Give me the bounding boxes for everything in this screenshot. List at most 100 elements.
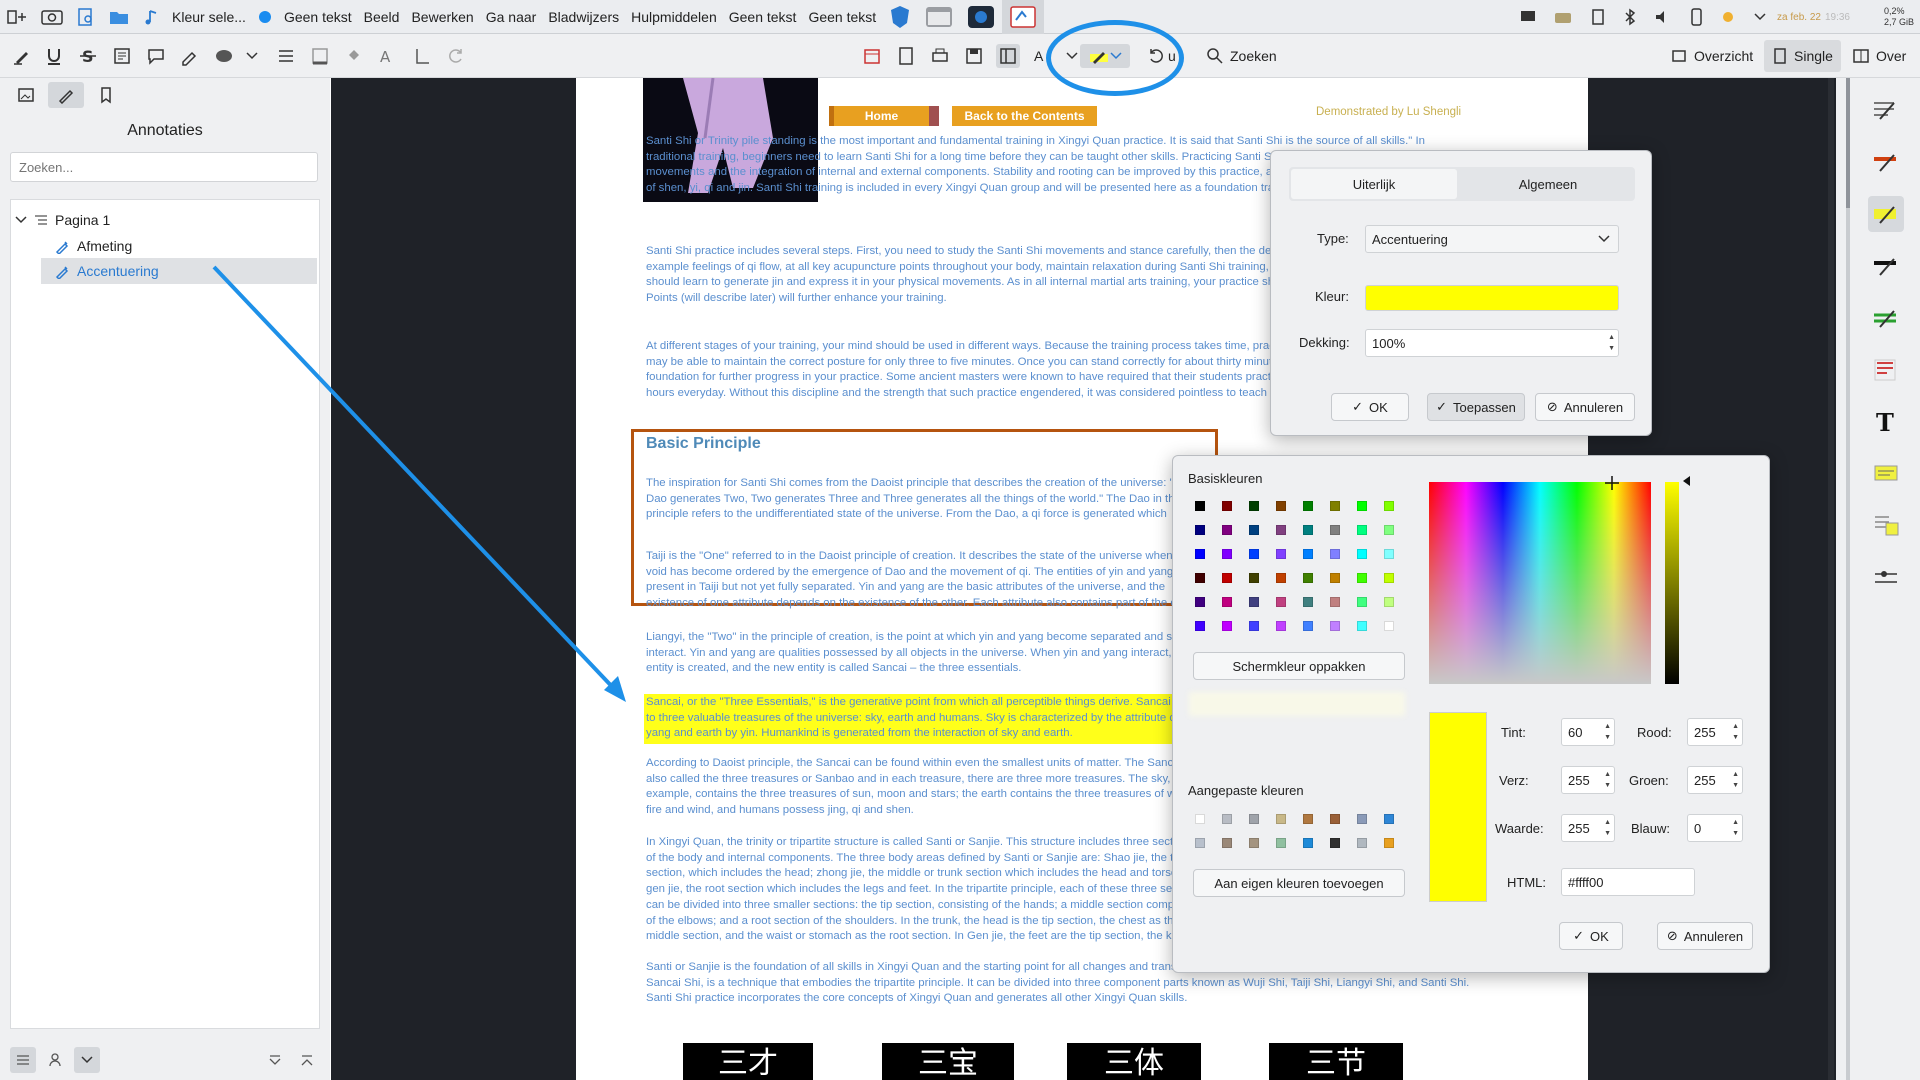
annotation-search-input[interactable] xyxy=(10,152,318,182)
apply-button[interactable]: ✓ Toepassen xyxy=(1427,393,1525,421)
color-swatch[interactable] xyxy=(1357,549,1367,559)
color-swatch[interactable] xyxy=(1195,525,1205,535)
color-swatch[interactable] xyxy=(1303,501,1313,511)
color-swatch[interactable] xyxy=(1357,814,1367,824)
tools-scroll-thumb[interactable] xyxy=(1846,78,1850,208)
single-page-button[interactable]: Single xyxy=(1764,40,1841,72)
color-swatch[interactable] xyxy=(1276,838,1286,848)
annotations-tab-icon[interactable] xyxy=(48,82,84,108)
tools-scrollbar[interactable] xyxy=(1846,78,1850,1080)
color-swatch[interactable] xyxy=(1222,621,1232,631)
tree-page-row[interactable]: Pagina 1 xyxy=(15,208,110,232)
ok-button[interactable]: ✓ OK xyxy=(1331,393,1409,421)
tool-green-highlight-icon[interactable] xyxy=(1868,300,1904,336)
clock[interactable]: za feb. 22 19:36 xyxy=(1777,12,1850,23)
color-swatch[interactable] xyxy=(1249,525,1259,535)
menu-item-6[interactable]: Hulpmiddelen xyxy=(625,0,723,34)
color-swatch[interactable] xyxy=(1195,838,1205,848)
document-viewer-icon[interactable] xyxy=(70,0,102,34)
color-swatch[interactable] xyxy=(1330,525,1340,535)
app-window-icon[interactable] xyxy=(918,0,960,34)
pick-screen-color-button[interactable]: Schermkleur oppakken xyxy=(1193,652,1405,680)
color-swatch[interactable] xyxy=(1195,549,1205,559)
tool-black-highlight-icon[interactable] xyxy=(1868,248,1904,284)
border-icon[interactable] xyxy=(308,44,332,68)
tool-typewriter-icon[interactable]: T xyxy=(1868,404,1904,440)
red-spinbox[interactable]: 255 ▲ ▼ xyxy=(1687,718,1743,746)
color-swatch[interactable] xyxy=(1276,501,1286,511)
color-swatch[interactable] xyxy=(1222,814,1232,824)
save-icon[interactable] xyxy=(962,44,986,68)
filter-chevron-icon[interactable] xyxy=(74,1047,100,1073)
sidebar-toggle-icon[interactable] xyxy=(996,44,1020,68)
color-swatch[interactable] xyxy=(1384,838,1394,848)
color-swatch[interactable] xyxy=(1195,814,1205,824)
saturation-spinbox[interactable]: 255 ▲ ▼ xyxy=(1561,766,1615,794)
color-swatch[interactable] xyxy=(1249,549,1259,559)
clipboard-icon[interactable] xyxy=(1583,0,1613,34)
redo-icon[interactable] xyxy=(444,44,468,68)
color-swatch[interactable] xyxy=(1330,838,1340,848)
cancel-button[interactable]: ⊘ Annuleren xyxy=(1535,393,1635,421)
html-input[interactable]: #ffff00 xyxy=(1561,868,1695,896)
author-icon[interactable] xyxy=(42,1047,68,1073)
window-title[interactable]: Kleur sele... xyxy=(166,0,252,34)
underline-icon[interactable] xyxy=(42,44,66,68)
phone-icon[interactable] xyxy=(1683,0,1709,34)
spin-arrows-icon[interactable]: ▲ ▼ xyxy=(1604,769,1611,791)
text-box-icon[interactable] xyxy=(110,44,134,68)
color-swatch[interactable] xyxy=(1249,621,1259,631)
color-swatch[interactable] xyxy=(1195,621,1205,631)
green-spinbox[interactable]: 255 ▲ ▼ xyxy=(1687,766,1743,794)
color-swatch[interactable] xyxy=(1357,838,1367,848)
color-swatch[interactable] xyxy=(1222,525,1232,535)
tree-item-accentuering[interactable]: Accentuering xyxy=(41,258,317,284)
line-width-icon[interactable] xyxy=(274,44,298,68)
group-by-page-icon[interactable] xyxy=(10,1047,36,1073)
tab-appearance[interactable]: Uiterlijk xyxy=(1291,169,1457,199)
color-swatch[interactable] xyxy=(1249,838,1259,848)
vertical-scrollbar[interactable] xyxy=(1828,78,1834,1080)
value-slider-handle[interactable] xyxy=(1683,476,1690,486)
thumbnails-tab-icon[interactable] xyxy=(8,82,44,108)
color-cancel-button[interactable]: ⊘ Annuleren xyxy=(1657,922,1753,950)
music-note-icon[interactable] xyxy=(136,0,166,34)
measure-icon[interactable] xyxy=(410,44,434,68)
export-icon[interactable] xyxy=(894,44,918,68)
back-to-contents-button[interactable]: Back to the Contents xyxy=(952,106,1097,126)
desktop-grid-icon[interactable] xyxy=(0,0,34,34)
comment-icon[interactable] xyxy=(144,44,168,68)
print-icon[interactable] xyxy=(928,44,952,68)
search-button[interactable]: Zoeken xyxy=(1206,34,1277,78)
color-swatch[interactable] xyxy=(1276,621,1286,631)
chevron-down-icon[interactable] xyxy=(240,44,264,68)
bluetooth-icon[interactable] xyxy=(1617,0,1643,34)
tool-inline-note-icon[interactable] xyxy=(1868,456,1904,492)
menu-item-3[interactable]: Bewerken xyxy=(405,0,479,34)
color-swatch[interactable] xyxy=(1276,525,1286,535)
highlighter-tool-icon[interactable] xyxy=(10,44,34,68)
color-swatch[interactable] xyxy=(1222,838,1232,848)
night-light-icon[interactable] xyxy=(1713,0,1743,34)
menu-item-1[interactable]: Geen tekst xyxy=(278,0,358,34)
color-swatch[interactable] xyxy=(1222,597,1232,607)
blue-spinbox[interactable]: 0 ▲ ▼ xyxy=(1687,814,1743,842)
strikethrough-icon[interactable]: S xyxy=(76,44,100,68)
spin-arrows-icon[interactable]: ▲ ▼ xyxy=(1604,817,1611,839)
color-swatch[interactable] xyxy=(1330,814,1340,824)
annotate-text-partial[interactable]: A xyxy=(1034,34,1043,78)
color-swatch[interactable] xyxy=(1384,814,1394,824)
spin-arrows-icon[interactable]: ▲ ▼ xyxy=(1732,721,1739,743)
color-swatch[interactable] xyxy=(1357,525,1367,535)
overview-button[interactable]: Overzicht xyxy=(1670,34,1753,78)
color-swatch[interactable] xyxy=(1276,814,1286,824)
color-swatch[interactable] xyxy=(1195,573,1205,583)
tool-popup-note-icon[interactable] xyxy=(1868,508,1904,544)
color-swatch[interactable] xyxy=(1222,501,1232,511)
tool-note-icon[interactable] xyxy=(1868,92,1904,128)
tool-red-highlight-icon[interactable] xyxy=(1868,144,1904,180)
color-swatch[interactable] xyxy=(1357,573,1367,583)
spin-arrows-icon[interactable]: ▲ ▼ xyxy=(1732,769,1739,791)
fill-icon[interactable] xyxy=(342,44,366,68)
color-swatch[interactable] xyxy=(1249,814,1259,824)
